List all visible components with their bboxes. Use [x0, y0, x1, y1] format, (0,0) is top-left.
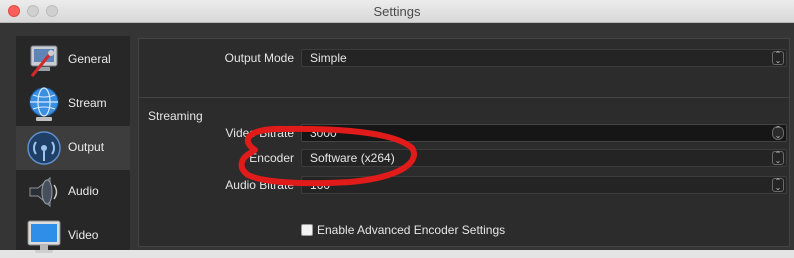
- audio-bitrate-select[interactable]: 160 ⌃ ⌄: [301, 176, 787, 194]
- video-bitrate-input[interactable]: 3000 ⌃ ⌄: [301, 124, 787, 142]
- encoder-value: Software (x264): [310, 151, 395, 165]
- encoder-select[interactable]: Software (x264) ⌃ ⌄: [301, 149, 787, 167]
- output-mode-select[interactable]: Simple ⌃ ⌄: [301, 49, 787, 67]
- advanced-encoder-checkbox-label: Enable Advanced Encoder Settings: [317, 223, 506, 237]
- stepper-arrows-icon[interactable]: ⌃ ⌄: [772, 126, 784, 140]
- general-icon: [30, 45, 58, 77]
- sidebar-item-label: Stream: [68, 96, 107, 110]
- sidebar-item-general[interactable]: General: [16, 38, 130, 82]
- output-icon: [27, 131, 61, 165]
- monitor-icon: [27, 220, 61, 253]
- sidebar-item-stream[interactable]: Stream: [16, 82, 130, 126]
- settings-sidebar: General Stream Output Audio Video: [16, 36, 130, 253]
- sidebar-item-output[interactable]: Output: [16, 126, 130, 170]
- window-title: Settings: [373, 4, 421, 19]
- audio-bitrate-value: 160: [310, 178, 331, 192]
- encoder-label: Encoder: [249, 151, 294, 165]
- select-arrows-icon: ⌃ ⌄: [772, 51, 784, 65]
- advanced-encoder-checkbox[interactable]: [301, 224, 313, 236]
- streaming-group-title: Streaming: [148, 109, 203, 123]
- speaker-icon: [29, 176, 58, 208]
- video-bitrate-value: 3000: [310, 126, 337, 140]
- video-bitrate-label: Video Bitrate: [225, 126, 295, 140]
- stream-globe-icon: [29, 87, 59, 121]
- sidebar-item-label: General: [68, 52, 111, 66]
- title-bar: Settings: [0, 0, 794, 23]
- sidebar-item-label: Output: [68, 140, 105, 154]
- select-arrows-icon: ⌃ ⌄: [772, 151, 784, 165]
- sidebar-item-audio[interactable]: Audio: [16, 170, 130, 214]
- sidebar-item-video[interactable]: Video: [16, 214, 130, 258]
- output-mode-label: Output Mode: [224, 51, 294, 65]
- output-mode-value: Simple: [310, 51, 347, 65]
- audio-bitrate-label: Audio Bitrate: [225, 178, 294, 192]
- sidebar-item-label: Audio: [68, 184, 99, 198]
- streaming-group: Streaming Video Bitrate 3000 ⌃ ⌄ Encoder …: [138, 97, 790, 247]
- settings-window-body: General Stream Output Audio Video Output…: [0, 23, 794, 253]
- select-arrows-icon: ⌃ ⌄: [772, 178, 784, 192]
- sidebar-item-label: Video: [68, 228, 99, 242]
